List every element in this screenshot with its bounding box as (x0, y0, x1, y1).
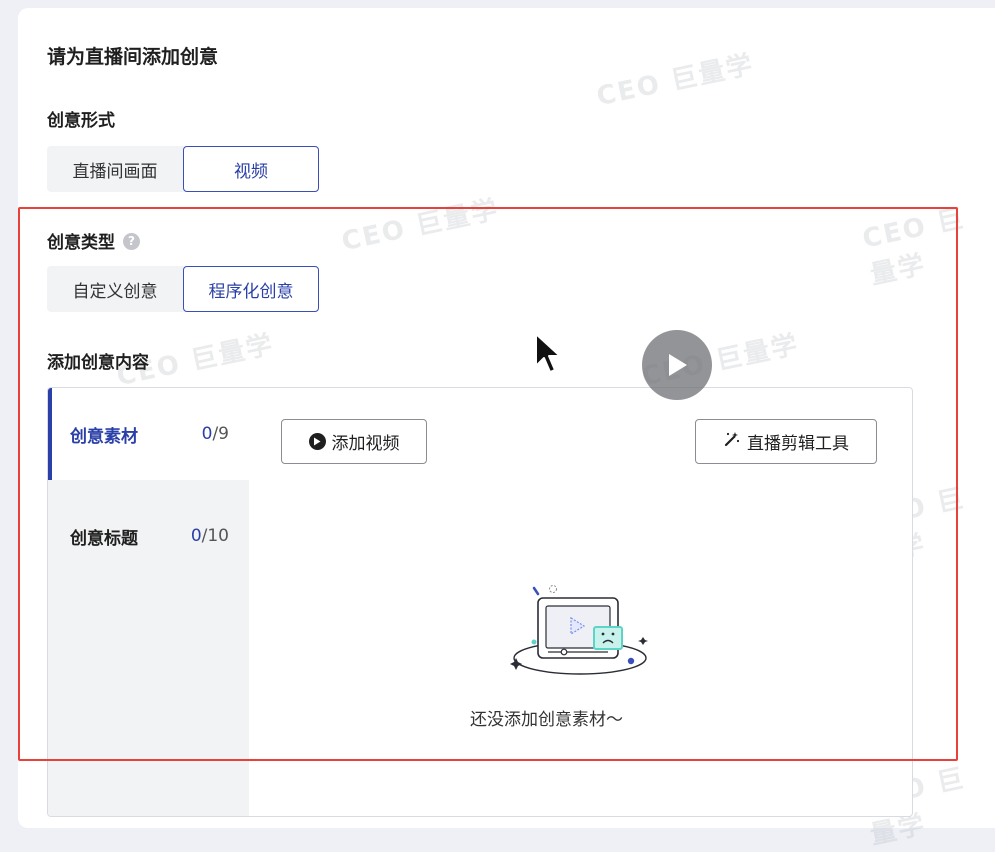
mouse-cursor-icon (534, 332, 562, 380)
title-count: 0/10 (190, 526, 229, 546)
creative-type-selector: 自定义创意 程序化创意 (47, 266, 319, 312)
material-count: 0/9 (201, 424, 229, 444)
add-content-label: 添加创意内容 (47, 353, 149, 373)
creative-form-selector: 直播间画面 视频 (47, 146, 319, 192)
tab-creative-material[interactable]: 创意素材 0/9 (48, 388, 249, 480)
empty-state-text: 还没添加创意素材～ (470, 710, 623, 730)
creative-form-option-live[interactable]: 直播间画面 (47, 146, 183, 192)
tab-creative-material-label: 创意素材 (70, 426, 138, 447)
live-edit-tool-button[interactable]: 直播剪辑工具 (695, 419, 877, 464)
add-video-label: 添加视频 (331, 434, 400, 454)
creative-type-label-text: 创意类型 (47, 233, 115, 253)
creative-form-label: 创意形式 (47, 111, 115, 131)
add-video-button[interactable]: 添加视频 (281, 419, 427, 464)
page-title: 请为直播间添加创意 (47, 46, 219, 68)
creative-type-label: 创意类型? (47, 228, 140, 253)
magic-wand-icon (723, 430, 741, 453)
tab-creative-title-label: 创意标题 (70, 528, 138, 549)
creative-form-option-video[interactable]: 视频 (183, 146, 319, 192)
creative-type-option-custom[interactable]: 自定义创意 (47, 266, 183, 312)
help-icon[interactable]: ? (123, 232, 140, 250)
empty-state-illustration (508, 580, 653, 685)
tab-creative-title[interactable]: 创意标题 0/10 (48, 490, 249, 582)
play-circle-icon (308, 433, 326, 450)
video-play-button[interactable] (642, 330, 712, 400)
live-edit-tool-label: 直播剪辑工具 (747, 434, 849, 454)
creative-type-option-programmatic[interactable]: 程序化创意 (183, 266, 319, 312)
